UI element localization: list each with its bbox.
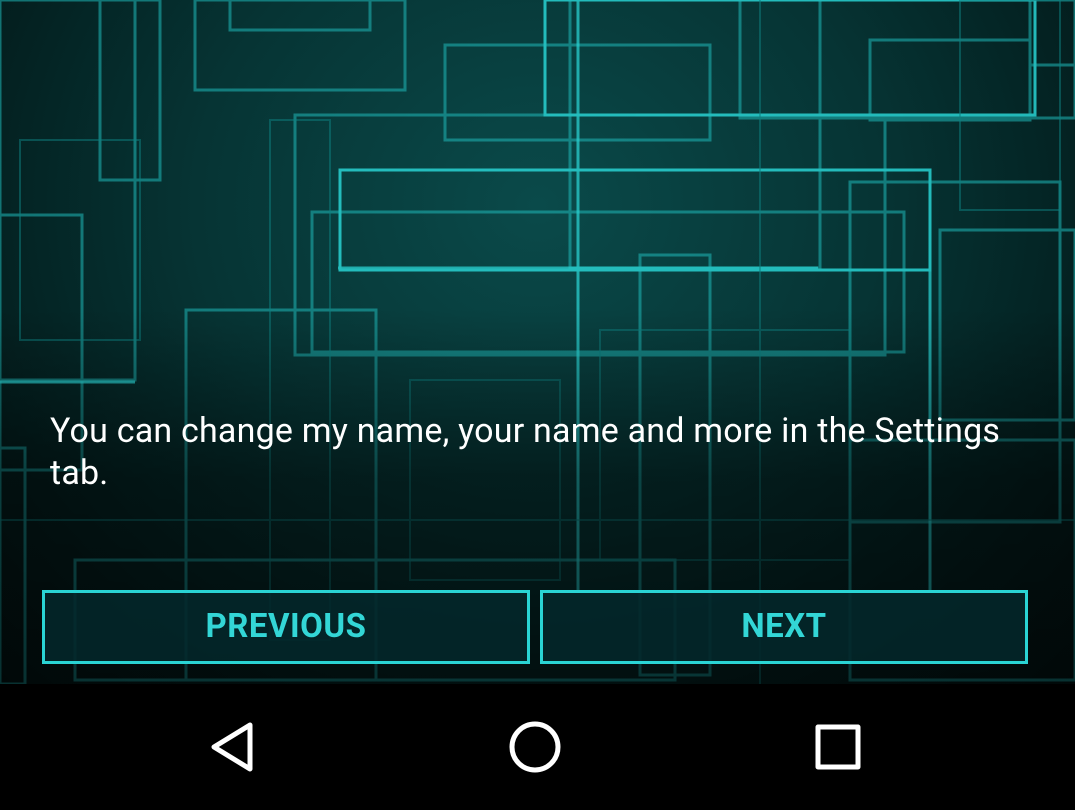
home-button[interactable] [465, 684, 605, 810]
previous-button[interactable]: PREVIOUS [42, 590, 530, 664]
onboarding-screen: You can change my name, your name and mo… [0, 0, 1075, 810]
circuit-background [0, 0, 1075, 684]
background-fade [0, 0, 1075, 684]
next-button[interactable]: NEXT [540, 590, 1028, 664]
system-navigation-bar [0, 684, 1075, 810]
recent-apps-square-icon [815, 724, 861, 770]
onboarding-message: You can change my name, your name and mo… [50, 411, 1001, 493]
back-button[interactable] [162, 684, 302, 810]
back-triangle-icon [211, 722, 253, 772]
home-circle-icon [509, 721, 561, 773]
recent-apps-button[interactable] [768, 684, 908, 810]
